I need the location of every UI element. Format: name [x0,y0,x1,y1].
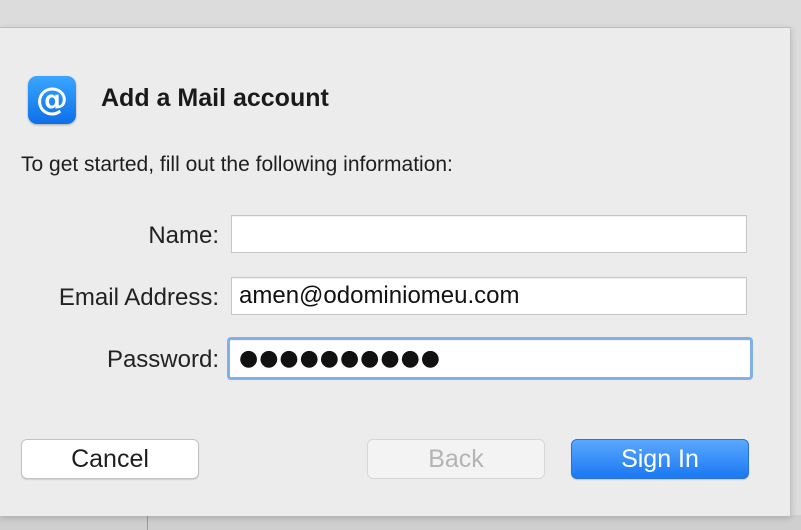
name-label: Name: [148,222,219,249]
dialog-title: Add a Mail account [101,84,329,112]
back-button[interactable]: Back [367,439,545,479]
window-divider [147,515,148,530]
cancel-button[interactable]: Cancel [21,439,199,479]
at-sign-icon: @ [28,76,76,124]
dialog-intro: To get started, fill out the following i… [21,153,453,176]
password-field[interactable]: ●●●●●●●●●● [227,337,753,380]
sign-in-button[interactable]: Sign In [571,439,749,479]
email-field[interactable]: amen@odominiomeu.com [231,277,747,315]
email-label: Email Address: [58,284,219,311]
at-sign-glyph: @ [36,79,68,118]
password-masked-value: ●●●●●●●●●● [239,346,441,371]
password-label: Password: [106,346,219,373]
name-field[interactable] [231,215,747,253]
window-backdrop-bottom [0,515,801,530]
